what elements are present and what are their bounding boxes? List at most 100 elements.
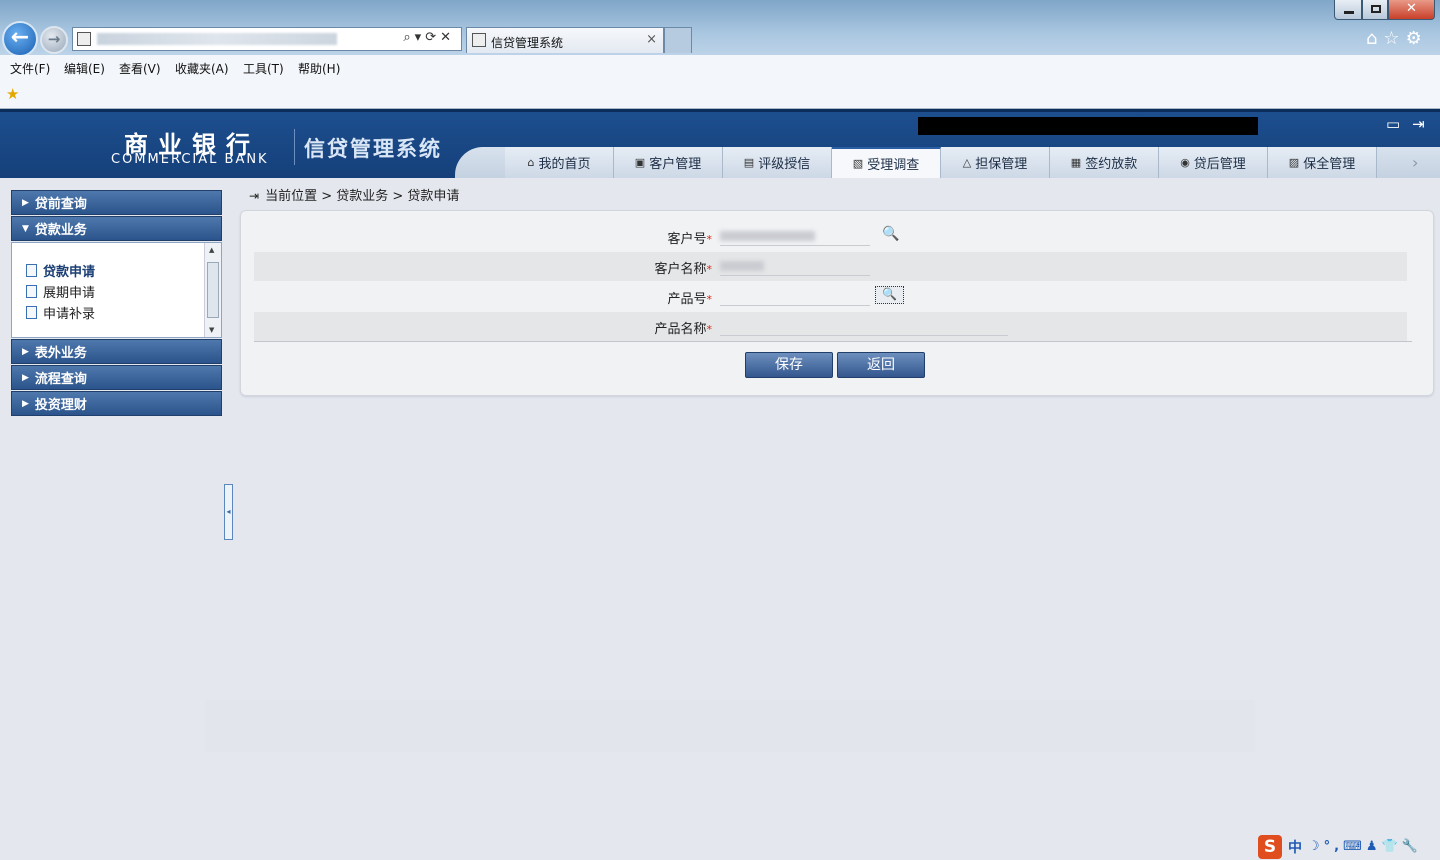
sidebar-item-supplementary-entry[interactable]: 申请补录 — [26, 303, 96, 322]
sidebar-item-loan-application[interactable]: 贷款申请 — [26, 261, 96, 280]
tab-home[interactable]: ⌂ 我的首页 — [505, 147, 614, 178]
required-mark: * — [706, 293, 713, 306]
back-button[interactable]: ← — [2, 21, 38, 57]
nav-tab-label: 贷后管理 — [1193, 157, 1246, 172]
customer-name-field — [720, 258, 870, 276]
main-nav: ⌂ 我的首页 ▣ 客户管理 ▤ 评级授信 ▧ 受理调查 △ 担保管理 ▦ 签约放款 ◉ 贷后管理 ▨ 保全管理 — [505, 147, 1377, 178]
minimize-button[interactable] — [1334, 0, 1362, 20]
scroll-thumb[interactable] — [207, 262, 219, 318]
menu-view[interactable]: 查看(V) — [119, 60, 161, 77]
breadcrumb-text: 当前位置 > 贷款业务 > 贷款申请 — [265, 189, 460, 204]
menu-help[interactable]: 帮助(H) — [298, 60, 340, 77]
form-row-customer-name: 客户名称* — [254, 252, 1407, 281]
maximize-button[interactable] — [1362, 0, 1388, 20]
field-label: 产品名称* — [654, 322, 712, 337]
url-redacted — [97, 33, 337, 45]
product-name-field — [720, 318, 1008, 336]
tab-customer[interactable]: ▣ 客户管理 — [614, 147, 723, 178]
field-label: 产品号* — [667, 292, 713, 307]
sidebar-group-label: 表外业务 — [34, 346, 87, 361]
sidebar-item-label: 申请补录 — [43, 306, 96, 322]
tab-rating[interactable]: ▤ 评级授信 — [723, 147, 832, 178]
menu-tools[interactable]: 工具(T) — [243, 60, 284, 77]
sidebar-group-process-query[interactable]: ▶ 流程查询 — [11, 365, 222, 390]
tab-title: 信贷管理系统 — [491, 36, 564, 50]
nav-tab-label: 保全管理 — [1303, 157, 1356, 172]
favorites-bar: ★ — [0, 79, 1440, 109]
nav-tab-label: 我的首页 — [538, 157, 591, 172]
minimize-icon — [1344, 11, 1354, 14]
header-stripe — [0, 109, 1440, 112]
save-button[interactable]: 保存 — [745, 352, 833, 378]
loan-application-form: 客户号* 🔍 客户名称* 产品号* 🔍 产品名称* 保存 返回 — [240, 210, 1434, 396]
field-label: 客户名称* — [654, 262, 712, 277]
forward-button[interactable]: → — [40, 26, 68, 54]
scroll-up-icon[interactable]: ▲ — [209, 246, 214, 254]
document-icon — [26, 305, 37, 319]
menu-edit[interactable]: 编辑(E) — [64, 60, 105, 77]
new-tab-button[interactable] — [664, 27, 692, 53]
post-loan-icon: ◉ — [1180, 156, 1190, 169]
ime-logo-icon[interactable]: S — [1258, 834, 1282, 859]
page-icon — [77, 32, 91, 46]
sidebar-scrollbar[interactable]: ▲ ▼ — [204, 243, 221, 337]
scroll-down-icon[interactable]: ▼ — [209, 326, 214, 334]
nav-tab-label: 签约放款 — [1085, 157, 1138, 172]
browser-toolbar-icons[interactable]: ⌂☆⚙ — [1366, 28, 1428, 49]
required-mark: * — [706, 233, 713, 246]
browser-tab[interactable]: 信贷管理系统 × — [466, 27, 664, 53]
sidebar-group-loan-business[interactable]: ▼ 贷款业务 — [11, 216, 222, 241]
expand-arrow-icon: ▶ — [22, 197, 29, 208]
nav-tab-label: 客户管理 — [649, 157, 702, 172]
address-bar-icons[interactable]: ⌕▾⟳✕ — [403, 30, 455, 45]
expand-arrow-icon: ▶ — [22, 398, 29, 409]
sidebar-item-label: 贷款申请 — [43, 264, 96, 280]
menu-file[interactable]: 文件(F) — [10, 60, 50, 77]
customer-icon: ▣ — [634, 156, 646, 169]
ime-toolbar[interactable]: S 中 ☽°,⌨♟👕🔧 — [1256, 833, 1440, 860]
bank-logo-en: COMMERCIAL BANK — [111, 152, 269, 167]
home-icon: ⌂ — [527, 156, 535, 169]
sidebar-submenu: 贷款申请 展期申请 申请补录 ▲ ▼ — [11, 242, 222, 338]
redacted-user-info — [918, 117, 1258, 135]
tab-close-icon[interactable]: × — [646, 32, 657, 47]
sidebar-item-extension-application[interactable]: 展期申请 — [26, 282, 96, 301]
collapse-arrow-icon: ▼ — [22, 223, 29, 234]
customer-lookup-search-icon[interactable]: 🔍 — [882, 226, 899, 242]
sidebar-group-label: 贷款业务 — [34, 223, 87, 238]
product-id-input[interactable] — [720, 288, 870, 306]
sidebar-group-off-balance[interactable]: ▶ 表外业务 — [11, 339, 222, 364]
close-window-button[interactable]: ✕ — [1388, 0, 1435, 20]
nav-next-icon[interactable]: › — [1412, 153, 1418, 172]
header-action-icons[interactable]: ▭⇥ — [1386, 115, 1437, 133]
sidebar-group-investment[interactable]: ▶ 投资理财 — [11, 391, 222, 416]
favorites-star-icon[interactable]: ★ — [6, 85, 19, 103]
tab-preservation[interactable]: ▨ 保全管理 — [1268, 147, 1377, 178]
blurred-value — [720, 231, 815, 241]
customer-id-input[interactable] — [720, 228, 870, 246]
survey-icon: ▧ — [852, 157, 864, 170]
tab-guarantee[interactable]: △ 担保管理 — [941, 147, 1050, 178]
tab-contract[interactable]: ▦ 签约放款 — [1050, 147, 1159, 178]
preservation-icon: ▨ — [1288, 156, 1300, 169]
expand-arrow-icon: ▶ — [22, 346, 29, 357]
tab-post-loan[interactable]: ◉ 贷后管理 — [1159, 147, 1268, 178]
back-button[interactable]: 返回 — [837, 352, 925, 378]
sidebar-collapse-handle[interactable]: ◂ — [224, 484, 233, 540]
ime-tool-icons[interactable]: ☽°,⌨♟👕🔧 — [1308, 839, 1422, 854]
address-bar[interactable]: ⌕▾⟳✕ — [72, 27, 462, 51]
blurred-value — [720, 261, 764, 271]
ime-mode-indicator[interactable]: 中 — [1288, 837, 1302, 857]
sidebar-item-label: 展期申请 — [43, 285, 96, 301]
menu-favorites[interactable]: 收藏夹(A) — [175, 60, 229, 77]
form-divider — [254, 341, 1412, 342]
tab-survey[interactable]: ▧ 受理调查 — [832, 147, 941, 178]
expand-arrow-icon: ▶ — [22, 372, 29, 383]
nav-tab-label: 担保管理 — [975, 157, 1028, 172]
product-lookup-search-icon[interactable]: 🔍 — [875, 286, 904, 304]
sidebar-group-pre-loan-query[interactable]: ▶ 贷前查询 — [11, 190, 222, 215]
browser-chrome: ✕ ← → ⌕▾⟳✕ 信贷管理系统 × ⌂☆⚙ — [0, 0, 1440, 57]
faint-background-area — [205, 700, 1255, 752]
form-row-customer-id: 客户号* 🔍 — [254, 222, 1407, 251]
menu-bar: 文件(F) 编辑(E) 查看(V) 收藏夹(A) 工具(T) 帮助(H) — [0, 55, 1440, 79]
